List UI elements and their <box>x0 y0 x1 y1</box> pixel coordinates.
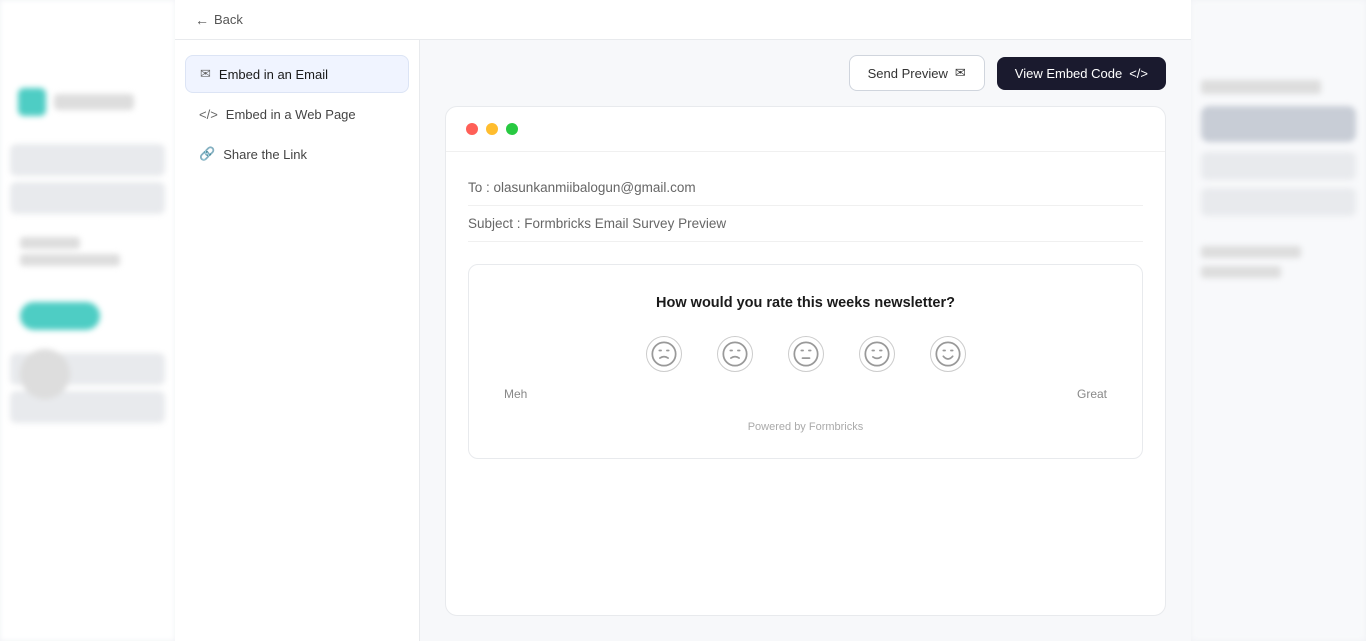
rating-labels: Meh Great <box>494 387 1117 401</box>
send-preview-icon: ✉ <box>955 65 966 81</box>
send-preview-label: Send Preview <box>868 66 948 81</box>
nav-embed-webpage-label: Embed in a Web Page <box>226 107 356 122</box>
to-value: olasunkanmiibalogun@gmail.com <box>494 180 696 195</box>
send-preview-button[interactable]: Send Preview ✉ <box>849 55 985 91</box>
dot-green <box>506 123 518 135</box>
left-nav: ✉ Embed in an Email </> Embed in a Web P… <box>175 40 420 641</box>
smiley-4[interactable] <box>859 336 895 372</box>
email-card-header <box>446 107 1165 152</box>
rating-label-right: Great <box>1077 387 1107 401</box>
nav-embed-email-label: Embed in an Email <box>219 67 328 82</box>
survey-question: How would you rate this weeks newsletter… <box>494 295 1117 311</box>
email-to-row: To : olasunkanmiibalogun@gmail.com <box>468 170 1143 206</box>
right-panel-blurred <box>1201 80 1356 278</box>
sidebar-blurred-content <box>10 80 165 429</box>
view-embed-code-icon: </> <box>1129 66 1148 81</box>
back-arrow-icon: ← <box>195 12 209 28</box>
top-bar: ← Back <box>175 0 1191 40</box>
link-icon: 🔗 <box>199 146 215 162</box>
email-icon: ✉ <box>200 66 211 82</box>
dot-red <box>466 123 478 135</box>
back-label: Back <box>214 12 243 27</box>
back-button[interactable]: ← Back <box>195 12 243 28</box>
subject-value: Formbricks Email Survey Preview <box>524 216 726 231</box>
email-subject-row: Subject : Formbricks Email Survey Previe… <box>468 206 1143 242</box>
nav-item-embed-email[interactable]: ✉ Embed in an Email <box>185 55 409 93</box>
smiley-1[interactable] <box>646 336 682 372</box>
rating-label-left: Meh <box>504 387 527 401</box>
subject-label: Subject : <box>468 216 521 231</box>
smiley-3[interactable] <box>788 336 824 372</box>
view-embed-button[interactable]: View Embed Code </> <box>997 57 1166 90</box>
smiley-2[interactable] <box>717 336 753 372</box>
email-card: To : olasunkanmiibalogun@gmail.com Subje… <box>445 106 1166 616</box>
nav-share-link-label: Share the Link <box>223 147 307 162</box>
powered-by: Powered by Formbricks <box>494 421 1117 433</box>
preview-area: Send Preview ✉ View Embed Code </> <box>420 40 1191 641</box>
main-wrapper: ← Back ✉ Embed in an Email </> Embed in … <box>175 0 1191 641</box>
nav-item-share-link[interactable]: 🔗 Share the Link <box>185 136 409 172</box>
code-icon: </> <box>199 107 218 122</box>
preview-header: Send Preview ✉ View Embed Code </> <box>420 40 1191 106</box>
email-meta: To : olasunkanmiibalogun@gmail.com Subje… <box>446 152 1165 242</box>
content-area: ✉ Embed in an Email </> Embed in a Web P… <box>175 40 1191 641</box>
view-embed-label: View Embed Code <box>1015 66 1122 81</box>
smiley-5[interactable] <box>930 336 966 372</box>
survey-preview: How would you rate this weeks newsletter… <box>468 264 1143 459</box>
dot-yellow <box>486 123 498 135</box>
nav-item-embed-webpage[interactable]: </> Embed in a Web Page <box>185 97 409 132</box>
smiley-row <box>494 336 1117 372</box>
to-label: To : <box>468 180 490 195</box>
